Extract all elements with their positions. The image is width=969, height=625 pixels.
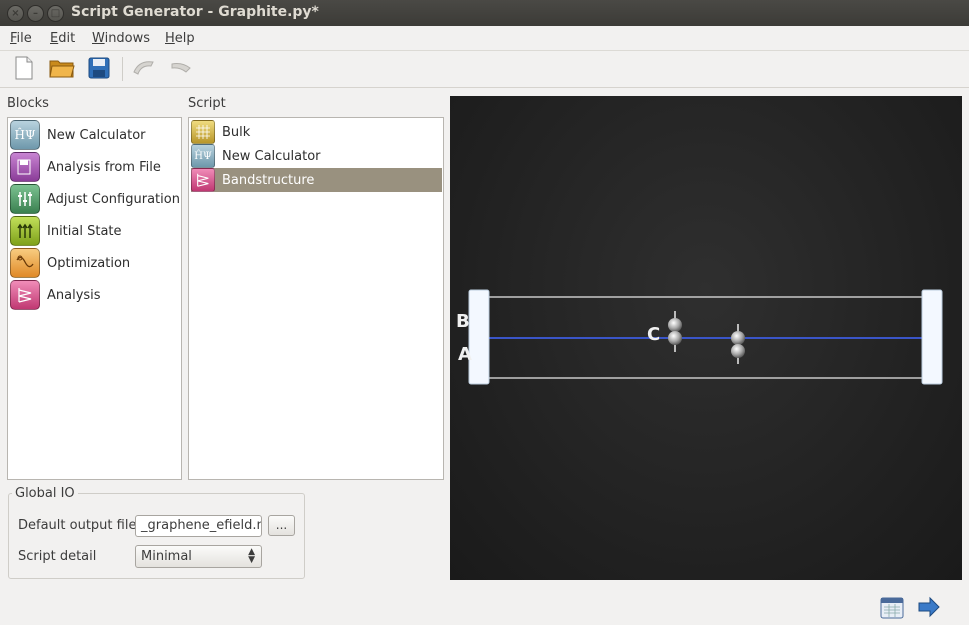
calculator-hpsi-icon: ĤΨ xyxy=(10,120,40,150)
block-item-initial-state[interactable]: Initial State xyxy=(10,216,122,246)
script-item-bandstructure[interactable]: Bandstructure xyxy=(191,168,442,192)
bulk-icon xyxy=(191,120,215,144)
blocks-list[interactable]: ĤΨ New Calculator Analysis from File Adj… xyxy=(7,117,182,480)
undo-icon[interactable] xyxy=(130,54,158,82)
atom xyxy=(731,331,745,345)
window-title: Script Generator - Graphite.py* xyxy=(71,4,319,20)
title-bar: × – □ Script Generator - Graphite.py* xyxy=(0,0,969,26)
block-item-label: Analysis xyxy=(47,287,101,303)
open-folder-icon[interactable] xyxy=(48,54,76,82)
save-icon[interactable] xyxy=(85,54,113,82)
atom xyxy=(731,344,745,358)
script-detail-value: Minimal xyxy=(141,549,192,564)
block-item-label: New Calculator xyxy=(47,127,146,143)
browse-button[interactable]: ... xyxy=(268,515,295,536)
block-item-label: Analysis from File xyxy=(47,159,161,175)
menu-bar: File Edit Windows Help xyxy=(0,26,969,51)
default-output-field[interactable]: _graphene_efield.nc xyxy=(135,515,262,537)
block-item-analysis-from-file[interactable]: Analysis from File xyxy=(10,152,161,182)
default-output-label: Default output file xyxy=(18,518,137,533)
script-detail-label: Script detail xyxy=(18,549,97,564)
block-item-analysis[interactable]: Analysis xyxy=(10,280,101,310)
script-label: Script xyxy=(188,96,226,111)
cell-plate-right xyxy=(921,289,943,385)
toolbar xyxy=(0,51,969,88)
analysis-file-icon xyxy=(10,152,40,182)
analysis-icon xyxy=(10,280,40,310)
script-item-label: Bulk xyxy=(222,124,251,140)
updown-arrows-icon: ▲ ▼ xyxy=(248,547,255,565)
block-item-label: Adjust Configuration xyxy=(47,191,180,207)
block-item-optimization[interactable]: Optimization xyxy=(10,248,130,278)
initial-state-icon xyxy=(10,216,40,246)
atom xyxy=(668,318,682,332)
axis-label-a: A xyxy=(458,344,472,365)
close-icon[interactable]: × xyxy=(7,5,24,22)
blocks-label: Blocks xyxy=(7,96,49,111)
axis-label-c: C xyxy=(647,324,661,345)
optimization-icon xyxy=(10,248,40,278)
atom xyxy=(668,331,682,345)
script-item-bulk[interactable]: Bulk xyxy=(191,120,442,144)
bandstructure-icon xyxy=(191,168,215,192)
menu-file[interactable]: File xyxy=(10,31,32,46)
script-list[interactable]: Bulk ĤΨ New Calculator Bandstructure xyxy=(188,117,444,480)
maximize-icon[interactable]: □ xyxy=(47,5,64,22)
block-item-label: Optimization xyxy=(47,255,131,271)
minimize-icon[interactable]: – xyxy=(27,5,44,22)
menu-edit[interactable]: Edit xyxy=(50,31,75,46)
forward-arrow-icon[interactable] xyxy=(917,596,943,620)
block-item-new-calculator[interactable]: ĤΨ New Calculator xyxy=(10,120,146,150)
spreadsheet-icon[interactable] xyxy=(879,595,905,621)
new-file-icon[interactable] xyxy=(10,54,38,82)
structure-viewer[interactable]: B A C xyxy=(450,96,962,580)
script-item-label: New Calculator xyxy=(222,148,321,164)
cell-plate-left xyxy=(468,289,490,385)
script-item-new-calculator[interactable]: ĤΨ New Calculator xyxy=(191,144,442,168)
redo-icon[interactable] xyxy=(167,54,195,82)
block-item-label: Initial State xyxy=(47,223,122,239)
axis-label-b: B xyxy=(456,311,470,332)
script-detail-select[interactable]: Minimal ▲ ▼ xyxy=(135,545,262,568)
menu-help[interactable]: Help xyxy=(165,31,195,46)
global-io-title: Global IO xyxy=(12,486,78,501)
menu-windows[interactable]: Windows xyxy=(92,31,150,46)
script-item-label: Bandstructure xyxy=(222,172,315,188)
block-item-adjust-configuration[interactable]: Adjust Configuration xyxy=(10,184,180,214)
adjust-config-icon xyxy=(10,184,40,214)
calculator-hpsi-icon: ĤΨ xyxy=(191,144,215,168)
